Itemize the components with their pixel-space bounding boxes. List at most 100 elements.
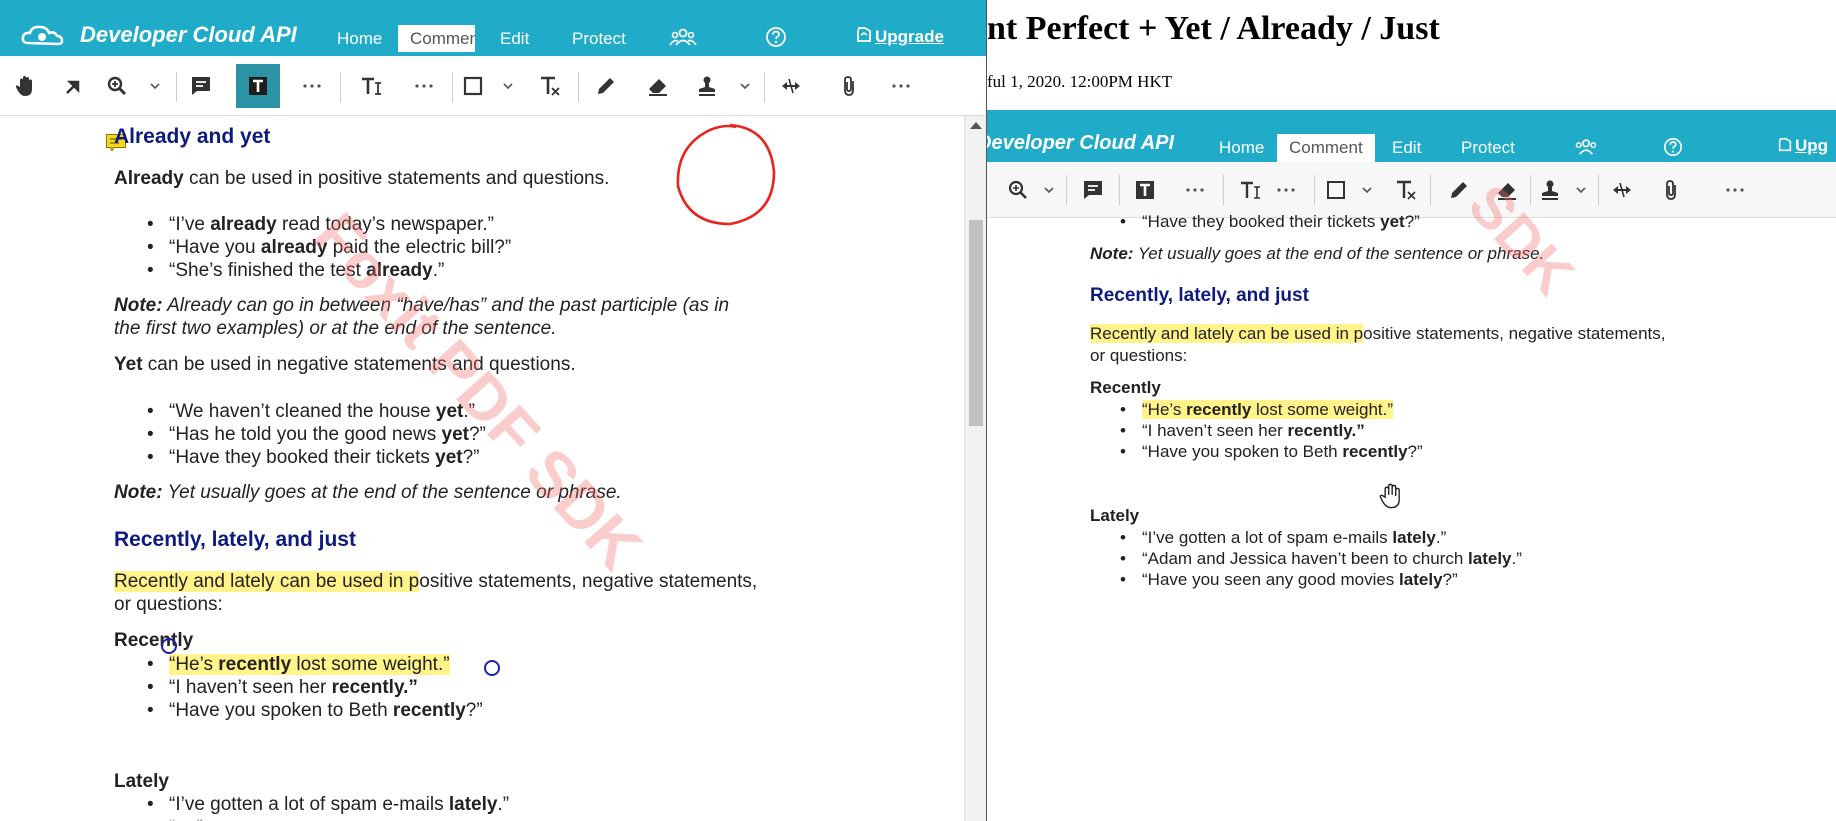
header-bar: Developer Cloud API Home Comment Edit Pr…: [987, 110, 1836, 162]
header-bar: Developer Cloud API Home Comment Edit Pr…: [0, 0, 986, 56]
zoom-icon[interactable]: [1001, 173, 1035, 207]
rectangle-shape-icon[interactable]: [1319, 173, 1353, 207]
paperclip-icon[interactable]: [1654, 173, 1688, 207]
clear-format-icon[interactable]: [533, 69, 567, 103]
heading-recently-lately-just: Recently, lately, and just: [1090, 285, 1309, 306]
list-item: “I haven’t seen her recently.”: [147, 676, 418, 699]
toolbar-divider: [340, 72, 341, 102]
page-date: ful 1, 2020. 12:00PM HKT: [987, 72, 1173, 91]
more-dots-icon[interactable]: [1178, 173, 1212, 207]
pencil-icon[interactable]: [1442, 173, 1476, 207]
selection-end-handle[interactable]: [484, 660, 500, 676]
list-item: “Have they booked their tickets yet?”: [147, 446, 479, 469]
toolbar-divider: [1223, 175, 1224, 205]
paragraph-recently-line2: or questions:: [114, 594, 223, 615]
right-browser-pane: nt Perfect + Yet / Already / Just ful 1,…: [986, 0, 1836, 821]
label-recently: Recently: [114, 630, 194, 651]
cloud-logo-icon: [20, 23, 74, 47]
typewriter-tool-icon[interactable]: [236, 64, 280, 108]
hand-tool-icon[interactable]: [8, 69, 42, 103]
toolbar-divider: [1066, 175, 1067, 205]
tab-edit[interactable]: Edit: [1392, 134, 1421, 162]
note-yet: Note: Yet usually goes at the end of the…: [1090, 244, 1545, 263]
tab-protect[interactable]: Protect: [572, 25, 626, 52]
zoom-chevron-down-icon[interactable]: [1041, 173, 1057, 207]
toolbar-divider: [578, 72, 579, 102]
link-arrows-icon[interactable]: [774, 69, 808, 103]
note-already-line2: the first two examples) or at the end of…: [114, 318, 557, 339]
users-icon[interactable]: [669, 26, 697, 48]
hand-cursor-icon: [1379, 483, 1400, 509]
logo-text: Developer Cloud API: [986, 132, 1175, 154]
stamp-chevron-down-icon[interactable]: [737, 69, 753, 103]
heading-already-and-yet: Already and yet: [114, 125, 271, 148]
scroll-thumb[interactable]: [969, 220, 983, 426]
rectangle-shape-icon[interactable]: [456, 69, 490, 103]
upgrade-label: Upgrade: [875, 27, 944, 46]
stamp-icon[interactable]: [690, 69, 724, 103]
zoom-icon[interactable]: [100, 69, 134, 103]
shape-chevron-down-icon[interactable]: [1359, 173, 1375, 207]
ink-circle-annotation[interactable]: [670, 120, 782, 232]
select-arrow-icon[interactable]: [57, 69, 91, 103]
text-size-icon[interactable]: [1233, 173, 1267, 207]
list-item: “We haven’t cleaned the house yet.”: [147, 400, 475, 423]
list-item: “Have you spoken to Beth recently?”: [147, 699, 483, 722]
toolbar-divider: [1598, 175, 1599, 205]
selection-start-handle[interactable]: [161, 638, 177, 654]
paragraph-recently: Recently and lately can be used in posit…: [1090, 324, 1666, 343]
eraser-icon[interactable]: [641, 69, 675, 103]
tab-edit[interactable]: Edit: [500, 25, 529, 52]
paragraph-already: Already can be used in positive statemen…: [114, 168, 610, 189]
comment-note-icon[interactable]: [1076, 173, 1110, 207]
tab-protect[interactable]: Protect: [1461, 134, 1515, 162]
paragraph-yet: Yet can be used in negative statements a…: [114, 354, 576, 375]
more-dots-icon[interactable]: [884, 69, 918, 103]
upgrade-label: Upg: [1795, 136, 1829, 155]
typewriter-tool-icon[interactable]: [1128, 173, 1162, 207]
tab-comment[interactable]: Comment: [398, 25, 475, 52]
stamp-chevron-down-icon[interactable]: [1573, 173, 1589, 207]
document-view: Already and yet Already can be used in p…: [0, 116, 964, 821]
tab-home[interactable]: Home: [1219, 134, 1264, 162]
more-dots-icon[interactable]: [1718, 173, 1752, 207]
tab-comment[interactable]: Comment: [1277, 134, 1375, 162]
toolbar: [987, 162, 1836, 218]
more-dots-icon[interactable]: [407, 69, 441, 103]
list-item: “I’ve already read today’s newspaper.”: [147, 213, 494, 236]
list-item: “She’s finished the test already.”: [147, 259, 444, 282]
comment-note-icon[interactable]: [184, 69, 218, 103]
eraser-icon[interactable]: [1490, 173, 1524, 207]
help-icon[interactable]: [765, 26, 787, 48]
stamp-icon[interactable]: [1533, 173, 1567, 207]
toolbar-divider: [764, 72, 765, 102]
vertical-scrollbar[interactable]: [964, 116, 986, 821]
help-icon[interactable]: [1662, 137, 1684, 159]
pencil-icon[interactable]: [589, 69, 623, 103]
document-view: “Have they booked their tickets yet?” No…: [987, 173, 1836, 821]
upgrade-link[interactable]: Upgrade: [855, 26, 944, 47]
label-recently: Recently: [1090, 378, 1161, 397]
shape-chevron-down-icon[interactable]: [500, 69, 516, 103]
more-dots-icon[interactable]: [295, 69, 329, 103]
tab-home[interactable]: Home: [337, 25, 382, 52]
page-title: nt Perfect + Yet / Already / Just: [987, 10, 1440, 47]
paragraph-recently-line2: or questions:: [1090, 346, 1188, 365]
users-icon[interactable]: [1572, 137, 1600, 159]
paperclip-icon[interactable]: [832, 69, 866, 103]
list-item-highlighted: “He’s recently lost some weight.”: [1120, 400, 1394, 420]
label-lately: Lately: [114, 771, 169, 792]
link-arrows-icon[interactable]: [1605, 173, 1639, 207]
toolbar-divider: [176, 72, 177, 102]
more-dots-icon[interactable]: [1269, 173, 1303, 207]
clear-format-icon[interactable]: [1389, 173, 1423, 207]
scroll-up-arrow-icon[interactable]: [970, 122, 982, 129]
note-already: Note: Already can go in between “have/ha…: [114, 295, 730, 316]
toolbar-divider: [1119, 175, 1120, 205]
text-size-icon[interactable]: [354, 69, 388, 103]
zoom-chevron-down-icon[interactable]: [147, 69, 163, 103]
toolbar-divider: [1430, 175, 1431, 205]
logo: Developer Cloud API: [986, 132, 1175, 155]
toolbar-divider: [1530, 175, 1531, 205]
upgrade-link[interactable]: Upg: [1777, 136, 1828, 156]
